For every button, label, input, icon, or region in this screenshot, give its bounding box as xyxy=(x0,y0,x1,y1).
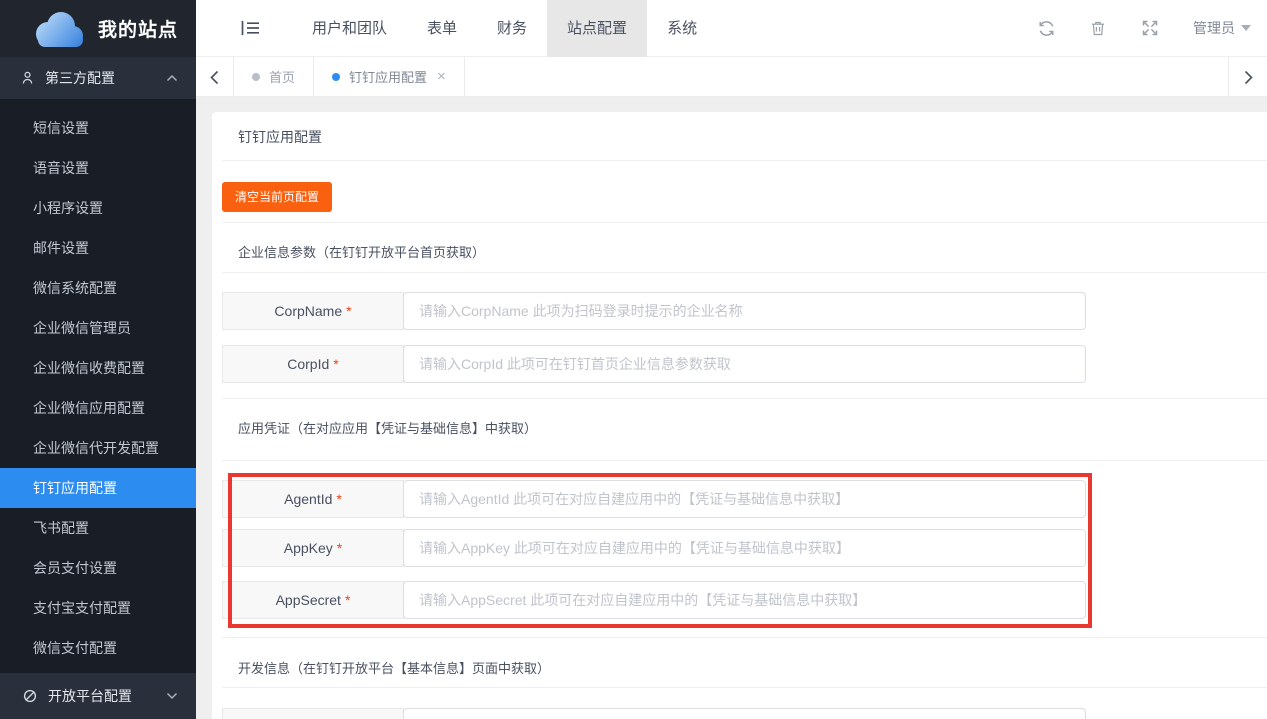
required-marker: * xyxy=(336,491,341,507)
clear-page-config-button[interactable]: 清空当前页配置 xyxy=(222,182,332,212)
sidebar: 第三方配置 短信设置 语音设置 小程序设置 邮件设置 微信系统配置 企业微信管理… xyxy=(0,57,196,719)
tab-bar: 首页 钉钉应用配置 × xyxy=(196,57,1267,97)
chevron-down-icon xyxy=(166,687,178,705)
required-marker: * xyxy=(333,356,338,372)
sidebar-menu: 短信设置 语音设置 小程序设置 邮件设置 微信系统配置 企业微信管理员 企业微信… xyxy=(0,108,196,668)
main-menu: 用户和团队 表单 财务 站点配置 系统 xyxy=(292,0,717,57)
divider xyxy=(222,398,1267,399)
form-row-corpname: CorpName * xyxy=(222,292,1086,330)
admin-label: 管理员 xyxy=(1193,18,1235,38)
sidebar-item-wechat-pay[interactable]: 微信支付配置 xyxy=(0,628,196,668)
field-label xyxy=(222,708,404,719)
appsecret-input[interactable] xyxy=(403,581,1086,619)
sidebar-item-mail[interactable]: 邮件设置 xyxy=(0,228,196,268)
divider xyxy=(222,687,1267,688)
planet-icon xyxy=(22,688,38,704)
divider xyxy=(222,160,1267,161)
cloud-logo-icon xyxy=(28,9,86,49)
sidebar-footer-title: 开放平台配置 xyxy=(48,686,132,706)
tab-dingtalk-config-label: 钉钉应用配置 xyxy=(349,67,427,86)
tab-home-label: 首页 xyxy=(269,67,295,86)
close-icon[interactable]: × xyxy=(437,69,446,84)
sidebar-item-member-pay[interactable]: 会员支付设置 xyxy=(0,548,196,588)
form-row-partial xyxy=(222,708,1086,719)
nav-item-forms[interactable]: 表单 xyxy=(407,0,477,57)
person-icon xyxy=(20,70,35,86)
sidebar-group-open-platform[interactable]: 开放平台配置 xyxy=(0,673,196,719)
appkey-input[interactable] xyxy=(403,529,1086,567)
nav-item-users-teams[interactable]: 用户和团队 xyxy=(292,0,407,57)
nav-item-finance[interactable]: 财务 xyxy=(477,0,547,57)
field-label: AgentId * xyxy=(222,480,404,518)
sidebar-item-sms[interactable]: 短信设置 xyxy=(0,108,196,148)
required-marker: * xyxy=(337,540,342,556)
tab-dot-icon xyxy=(252,73,260,81)
form-row-agentid: AgentId * xyxy=(222,480,1086,518)
app-window: 我的站点 用户和团队 表单 财务 站点配置 系统 xyxy=(0,0,1267,719)
navbar-actions: 管理员 xyxy=(1037,18,1251,38)
brand-title: 我的站点 xyxy=(98,15,178,42)
tab-dingtalk-config[interactable]: 钉钉应用配置 × xyxy=(314,57,465,96)
corpid-input[interactable] xyxy=(403,345,1086,383)
required-marker: * xyxy=(346,303,351,319)
tab-dot-icon xyxy=(332,73,340,81)
sidebar-item-wecom-dev[interactable]: 企业微信代开发配置 xyxy=(0,428,196,468)
tabs-scroll-left-icon[interactable] xyxy=(196,57,234,97)
fullscreen-icon[interactable] xyxy=(1141,19,1159,37)
field-label-text: CorpId xyxy=(287,356,329,372)
sidebar-item-wecom-admin[interactable]: 企业微信管理员 xyxy=(0,308,196,348)
field-label-text: CorpName xyxy=(274,303,342,319)
page-title: 钉钉应用配置 xyxy=(238,127,322,147)
form-row-appkey: AppKey * xyxy=(222,529,1086,567)
nav-item-site-config[interactable]: 站点配置 xyxy=(547,0,647,57)
required-marker: * xyxy=(345,592,350,608)
sidebar-item-voice[interactable]: 语音设置 xyxy=(0,148,196,188)
section-title-corp-info: 企业信息参数（在钉钉开放平台首页获取） xyxy=(238,242,485,261)
sidebar-group-title: 第三方配置 xyxy=(45,68,115,88)
sidebar-item-miniprogram[interactable]: 小程序设置 xyxy=(0,188,196,228)
tab-home[interactable]: 首页 xyxy=(234,57,314,96)
field-label: CorpId * xyxy=(222,345,404,383)
content-panel: 钉钉应用配置 清空当前页配置 企业信息参数（在钉钉开放平台首页获取） CorpN… xyxy=(212,112,1267,719)
top-navbar: 用户和团队 表单 财务 站点配置 系统 xyxy=(196,0,1267,57)
sidebar-item-dingtalk-app-config[interactable]: 钉钉应用配置 xyxy=(0,468,196,508)
divider xyxy=(222,272,1267,273)
dev-info-input[interactable] xyxy=(403,708,1086,719)
trash-icon[interactable] xyxy=(1089,19,1107,37)
sidebar-item-wecom-app[interactable]: 企业微信应用配置 xyxy=(0,388,196,428)
sidebar-item-wechat-system[interactable]: 微信系统配置 xyxy=(0,268,196,308)
refresh-icon[interactable] xyxy=(1037,19,1055,37)
sidebar-group-third-party[interactable]: 第三方配置 xyxy=(0,57,196,99)
field-label-text: AppKey xyxy=(284,540,333,556)
menu-fold-icon[interactable] xyxy=(240,18,260,38)
tabs-scroll-right-icon[interactable] xyxy=(1228,57,1267,97)
corpname-input[interactable] xyxy=(403,292,1086,330)
brand-logo-block: 我的站点 xyxy=(0,0,196,57)
sidebar-item-wecom-billing[interactable]: 企业微信收费配置 xyxy=(0,348,196,388)
field-label-text: AgentId xyxy=(284,491,332,507)
chevron-down-icon xyxy=(1241,25,1251,31)
nav-item-system[interactable]: 系统 xyxy=(647,0,717,57)
admin-dropdown[interactable]: 管理员 xyxy=(1193,18,1251,38)
form-row-corpid: CorpId * xyxy=(222,345,1086,383)
sidebar-item-feishu[interactable]: 飞书配置 xyxy=(0,508,196,548)
form-row-appsecret: AppSecret * xyxy=(222,581,1086,619)
field-label: CorpName * xyxy=(222,292,404,330)
sidebar-item-alipay[interactable]: 支付宝支付配置 xyxy=(0,588,196,628)
divider xyxy=(222,222,1267,223)
divider xyxy=(222,460,1267,461)
field-label: AppKey * xyxy=(222,529,404,567)
section-title-dev-info: 开发信息（在钉钉开放平台【基本信息】页面中获取） xyxy=(238,658,550,677)
field-label-text: AppSecret xyxy=(276,592,341,608)
section-title-app-credentials: 应用凭证（在对应应用【凭证与基础信息】中获取） xyxy=(238,418,537,437)
agentid-input[interactable] xyxy=(403,480,1086,518)
chevron-up-icon xyxy=(146,69,178,87)
field-label: AppSecret * xyxy=(222,581,404,619)
divider xyxy=(222,637,1267,638)
